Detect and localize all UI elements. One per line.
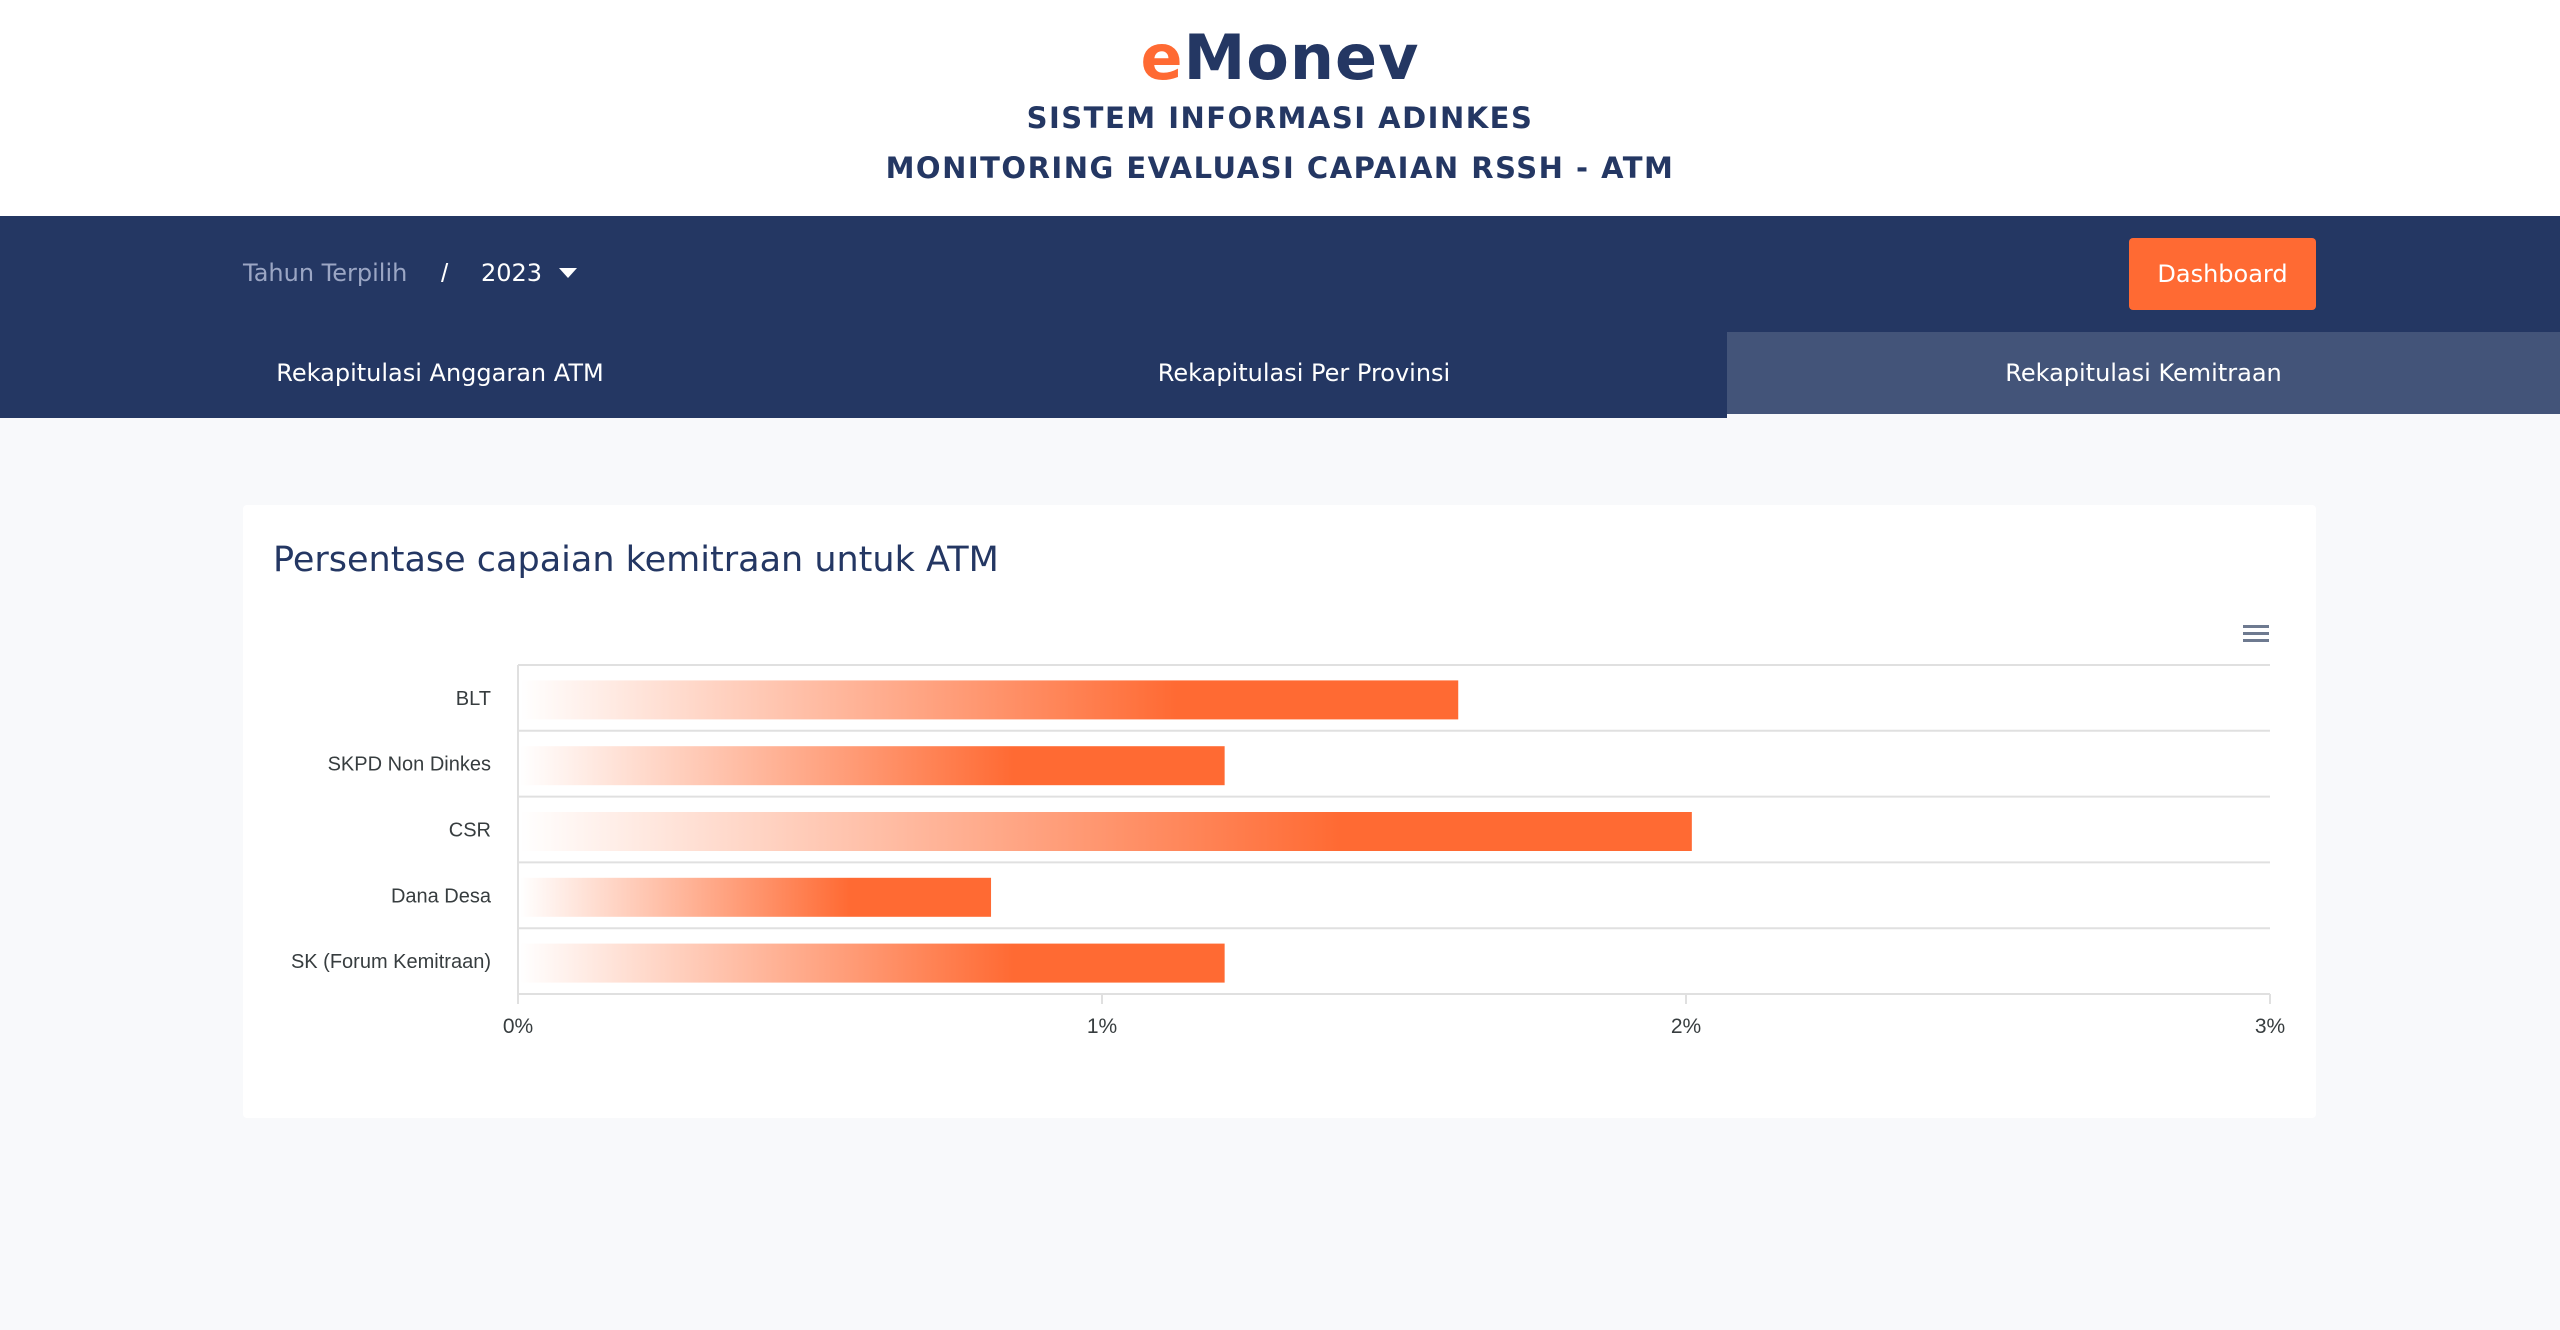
year-separator: / — [441, 258, 449, 288]
tab-rekap-kemitraan[interactable]: Rekapitulasi Kemitraan — [1727, 332, 2560, 414]
x-tick-label: 3% — [2255, 1015, 2285, 1038]
x-tick-label: 0% — [503, 1015, 533, 1038]
category-label: Dana Desa — [391, 885, 492, 907]
app-logo: eMonev — [0, 18, 2560, 98]
year-value: 2023 — [481, 259, 543, 287]
x-tick-label: 2% — [1671, 1015, 1701, 1038]
bar-sk-forum-kemitraan — [520, 943, 1225, 983]
bar-dana-desa — [520, 877, 992, 917]
x-tick-label: 1% — [1087, 1015, 1117, 1038]
bar-csr — [520, 812, 1692, 851]
brand-header: eMonev SISTEM INFORMASI ADINKES MONITORI… — [0, 0, 2560, 216]
system-title: SISTEM INFORMASI ADINKES — [1026, 101, 1534, 135]
year-select[interactable]: 2023 — [481, 252, 591, 294]
page-subtitle: MONITORING EVALUASI CAPAIAN RSSH - ATM — [885, 151, 1675, 185]
tab-bar: Rekapitulasi Anggaran ATM Rekapitulasi P… — [0, 332, 2560, 418]
logo-accent-letter: e — [1140, 21, 1184, 94]
dashboard-button[interactable]: Dashboard — [2129, 238, 2316, 310]
caret-down-icon — [559, 268, 577, 278]
logo-text: Monev — [1183, 21, 1420, 94]
chart-card: Persentase capaian kemitraan untuk ATM 0… — [243, 505, 2316, 1118]
bar-chart: 0% 1% 2% 3% BLT SKPD Non Dinkes CSR Dana Desa SK… — [291, 664, 2285, 1038]
tab-rekap-per-provinsi[interactable]: Rekapitulasi Per Provinsi — [880, 332, 1728, 414]
category-label: SK (Forum Kemitraan) — [291, 951, 491, 973]
year-label: Tahun Terpilih — [243, 259, 408, 287]
category-label: SKPD Non Dinkes — [328, 754, 491, 776]
category-label: CSR — [449, 820, 491, 842]
top-bar: Tahun Terpilih / 2023 Dashboard — [0, 216, 2560, 332]
tab-rekap-anggaran-atm[interactable]: Rekapitulasi Anggaran ATM — [0, 332, 880, 414]
category-label: BLT — [456, 688, 491, 710]
bar-skpd-non-dinkes — [520, 746, 1225, 786]
bar-blt — [520, 680, 1459, 720]
active-tab-underline — [1727, 414, 2560, 418]
